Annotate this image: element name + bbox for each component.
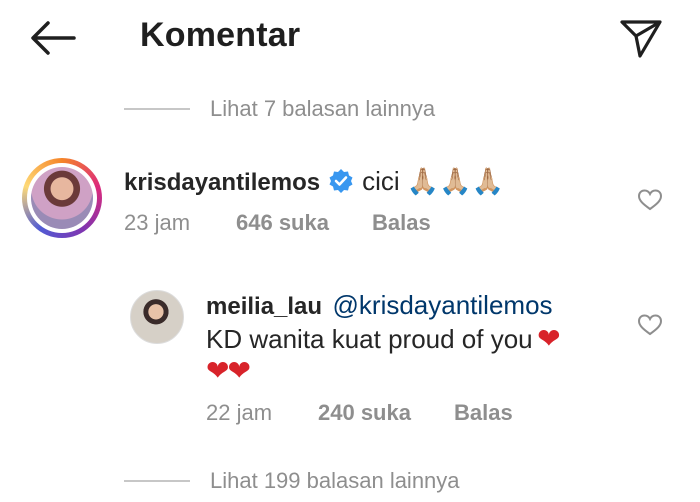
comment-username[interactable]: krisdayantilemos (124, 169, 320, 196)
avatar-story-ring[interactable] (22, 158, 102, 238)
red-hearts-emoji: ❤❤ (206, 355, 251, 386)
comment-row: krisdayantilemos cici 🙏🏼🙏🏼🙏🏼 (124, 166, 504, 197)
view-replies-bottom[interactable]: Lihat 199 balasan lainnya (124, 468, 460, 494)
reply-username[interactable]: meilia_lau (206, 293, 322, 320)
view-replies-top[interactable]: Lihat 7 balasan lainnya (124, 96, 435, 122)
comment-time: 23 jam (124, 210, 191, 235)
comment-text: cici 🙏🏼🙏🏼🙏🏼 (362, 166, 504, 196)
reply-text-line1: KD wanita kuat proud of you ❤ (206, 322, 561, 355)
send-button[interactable] (616, 14, 664, 62)
like-button[interactable] (637, 313, 663, 337)
reply-time: 22 jam (206, 400, 273, 425)
view-replies-label: Lihat 199 balasan lainnya (210, 468, 460, 493)
page-title: Komentar (140, 16, 301, 54)
avatar (31, 167, 93, 229)
divider (124, 108, 190, 110)
verified-badge-icon (329, 169, 353, 193)
heart-outline-icon (637, 189, 663, 211)
mention-link[interactable]: @krisdayantilemos (333, 290, 553, 320)
back-button[interactable] (28, 18, 78, 58)
reply-text: KD wanita kuat proud of you (206, 324, 533, 354)
like-button[interactable] (637, 188, 663, 212)
red-heart-emoji: ❤ (537, 323, 561, 354)
reply-button[interactable]: Balas (372, 210, 431, 236)
avatar[interactable] (130, 290, 184, 344)
divider (124, 480, 190, 482)
arrow-left-icon (31, 21, 76, 55)
reply-header: meilia_lau @krisdayantilemos (206, 290, 553, 321)
reply-button[interactable]: Balas (454, 400, 513, 426)
view-replies-label: Lihat 7 balasan lainnya (210, 96, 436, 121)
send-icon (620, 20, 662, 58)
reply-likes[interactable]: 240 suka (318, 400, 411, 426)
heart-outline-icon (637, 314, 663, 336)
comment-likes[interactable]: 646 suka (236, 210, 329, 236)
